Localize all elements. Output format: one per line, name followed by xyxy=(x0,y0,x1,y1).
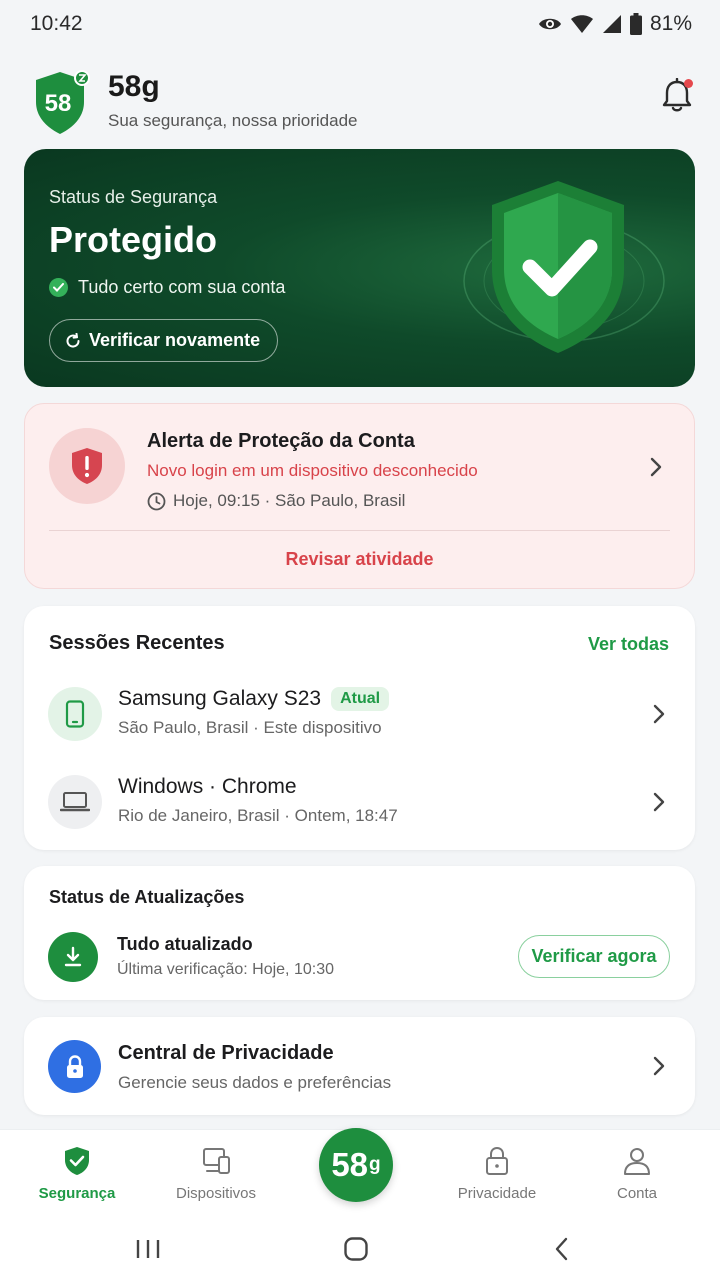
battery-level: 81% xyxy=(649,12,692,35)
eye-icon xyxy=(538,18,561,30)
security-status-value: Protegido xyxy=(49,219,217,260)
alert-time-text: Hoje, 09:15 · São Paulo, Brasil xyxy=(173,491,406,510)
check-now-button[interactable]: Verificar agora xyxy=(518,935,670,978)
session-meta: Rio de Janeiro, Brasil · Ontem, 18:47 xyxy=(118,806,398,825)
app-tagline: Sua segurança, nossa prioridade xyxy=(108,111,358,130)
recheck-button-label: Verificar novamente xyxy=(89,330,261,350)
review-activity-link[interactable]: Revisar atividade xyxy=(25,549,694,570)
battery-icon xyxy=(629,13,642,35)
alert-title: Alerta de Proteção da Conta xyxy=(147,430,415,452)
session-device-name: Samsung Galaxy S23 xyxy=(118,687,322,710)
sessions-title: Sessões Recentes xyxy=(49,632,225,654)
status-icons: 81% xyxy=(538,12,692,36)
phone-icon xyxy=(48,687,102,741)
bottom-navigation: Segurança Dispositivos 58 g Privacidade C… xyxy=(0,1128,720,1221)
user-icon xyxy=(624,1148,650,1175)
chevron-right-icon xyxy=(650,457,662,477)
nav-item-devices[interactable]: Dispositivos xyxy=(146,1130,286,1221)
updates-status-card: Status de Atualizações Tudo atualizado Ú… xyxy=(24,866,695,1000)
chevron-right-icon xyxy=(653,704,665,724)
see-all-link[interactable]: Ver todas xyxy=(588,634,669,655)
updates-title: Status de Atualizações xyxy=(49,887,245,907)
nav-label: Segurança xyxy=(38,1185,116,1202)
nav-item-privacy[interactable]: Privacidade xyxy=(427,1130,567,1221)
download-icon xyxy=(48,932,98,982)
security-status-label: Status de Segurança xyxy=(49,187,218,207)
app-logo: 58 xyxy=(32,68,92,134)
session-device-name: Windows · Chrome xyxy=(118,775,297,798)
session-device: Samsung Galaxy S23 Atual xyxy=(118,687,390,711)
session-row[interactable]: Samsung Galaxy S23 Atual São Paulo, Bras… xyxy=(24,687,695,767)
home-logo-button[interactable]: 58 g xyxy=(319,1128,393,1202)
privacy-center-card[interactable]: Central de Privacidade Gerencie seus dad… xyxy=(24,1017,695,1115)
chevron-right-icon xyxy=(653,792,665,812)
alert-time: Hoje, 09:15 · São Paulo, Brasil xyxy=(147,491,405,511)
nav-item-security[interactable]: Segurança xyxy=(7,1130,147,1221)
session-device: Windows · Chrome xyxy=(118,775,297,799)
alert-message: Novo login em um dispositivo desconhecid… xyxy=(147,461,478,480)
app-name: 58g xyxy=(108,70,160,103)
nav-label: Dispositivos xyxy=(175,1185,257,1202)
center-logo-text: 58 xyxy=(331,1146,369,1183)
lock-icon xyxy=(48,1040,101,1093)
recheck-button[interactable]: Verificar novamente xyxy=(49,319,279,362)
notification-dot xyxy=(684,79,693,88)
home-icon[interactable] xyxy=(336,1232,376,1266)
recent-apps-icon[interactable] xyxy=(128,1232,168,1266)
system-navigation-bar xyxy=(0,1220,720,1280)
account-alert-card[interactable]: Alerta de Proteção da Conta Novo login e… xyxy=(24,403,695,589)
app-header: 58 58g Sua segurança, nossa prioridade xyxy=(0,58,720,140)
check-circle-icon xyxy=(49,278,68,297)
security-status-card: Status de Segurança Protegido Tudo certo… xyxy=(24,149,695,387)
session-meta: São Paulo, Brasil · Este dispositivo xyxy=(118,718,382,737)
security-subtitle-text: Tudo certo com sua conta xyxy=(78,277,286,297)
status-bar: 10:42 81% xyxy=(0,0,720,48)
nav-label: Privacidade xyxy=(457,1185,537,1202)
shield-check-icon xyxy=(65,1147,89,1175)
refresh-icon xyxy=(66,332,80,348)
logo-text: 58 xyxy=(45,90,72,117)
alert-shield-icon xyxy=(49,428,125,504)
nav-label: Conta xyxy=(616,1185,658,1202)
back-icon[interactable] xyxy=(542,1232,582,1266)
updates-last-check: Última verificação: Hoje, 10:30 xyxy=(117,961,334,978)
privacy-subtitle: Gerencie seus dados e preferências xyxy=(118,1073,392,1092)
security-status-subtitle: Tudo certo com sua conta xyxy=(49,277,285,298)
chevron-right-icon xyxy=(653,1056,665,1076)
updates-status: Tudo atualizado xyxy=(117,934,253,954)
recent-sessions-card: Sessões Recentes Ver todas Samsung Galax… xyxy=(24,606,695,850)
clock-icon xyxy=(147,492,166,510)
center-logo-sub: g xyxy=(369,1154,381,1175)
session-row[interactable]: Windows · Chrome Rio de Janeiro, Brasil … xyxy=(24,775,695,855)
devices-icon xyxy=(203,1148,230,1174)
lock-icon xyxy=(486,1146,508,1175)
shield-check-icon xyxy=(456,171,666,371)
status-time: 10:42 xyxy=(30,12,83,35)
wifi-icon xyxy=(570,15,593,33)
privacy-title: Central de Privacidade xyxy=(118,1042,334,1064)
laptop-icon xyxy=(48,775,102,829)
nav-item-account[interactable]: Conta xyxy=(567,1130,707,1221)
divider xyxy=(49,530,670,531)
current-session-badge: Atual xyxy=(331,687,390,711)
signal-icon xyxy=(602,15,621,33)
